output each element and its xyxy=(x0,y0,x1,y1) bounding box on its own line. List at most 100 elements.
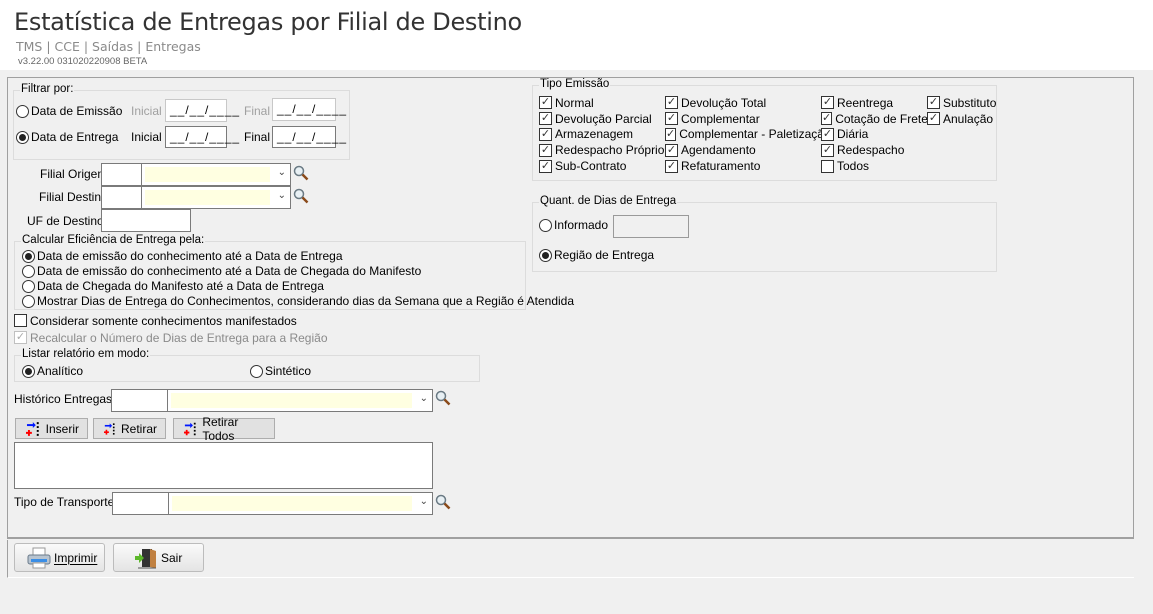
checkbox-box xyxy=(14,314,27,328)
recalcular-checkbox: ✓ Recalcular o Número de Dias de Entrega … xyxy=(14,330,328,346)
check-icon: ✓ xyxy=(821,96,834,110)
tipo-emissao-legend: Tipo Emissão xyxy=(539,78,611,90)
radio-label: Data de Emissão xyxy=(31,104,123,118)
select-value xyxy=(171,393,412,408)
check-icon: ✓ xyxy=(539,127,552,141)
checkbox-label: Devolução Total xyxy=(681,95,767,110)
radio-data-emissao[interactable]: Data de Emissão xyxy=(16,104,122,118)
tipo-emissao-checkbox[interactable]: ✓ Reentrega xyxy=(821,95,927,111)
radio-sintetico[interactable]: Sintético xyxy=(250,364,311,378)
checkbox-label: Normal xyxy=(555,95,594,110)
check-icon: ✓ xyxy=(539,143,552,157)
filial-destino-select[interactable]: ⌄ xyxy=(141,186,291,209)
check-icon: ✓ xyxy=(539,96,552,110)
retirar-button[interactable]: Retirar xyxy=(93,418,166,439)
check-icon: ✓ xyxy=(927,112,940,126)
historico-list[interactable] xyxy=(14,442,433,489)
tipo-emissao-checkbox[interactable]: ✓ Complementar - Paletização xyxy=(665,127,831,143)
search-icon[interactable] xyxy=(435,494,451,510)
tipo-emissao-checkbox[interactable]: ✓ Devolução Total xyxy=(665,95,821,111)
button-label: Sair xyxy=(161,550,183,565)
eficiencia-legend: Calcular Eficiência de Entrega pela: xyxy=(21,234,206,246)
insert-icon xyxy=(26,421,39,436)
search-icon[interactable] xyxy=(293,188,309,204)
select-value xyxy=(145,190,270,205)
quant-dias-legend: Quant. de Dias de Entrega xyxy=(539,195,678,207)
tipo-emissao-checkbox[interactable]: ✓ Redespacho Próprio xyxy=(539,142,665,158)
check-icon: ✓ xyxy=(665,112,678,126)
emissao-final-input[interactable]: __/__/____ xyxy=(272,98,346,121)
version-label: v3.22.00 031020220908 BETA xyxy=(18,56,148,67)
considerar-checkbox[interactable]: Considerar somente conhecimentos manifes… xyxy=(14,313,297,329)
radio-eficiencia-0[interactable]: Data de emissão do conhecimento até a Da… xyxy=(22,249,343,263)
retirar-todos-button[interactable]: Retirar Todos xyxy=(173,415,275,443)
tipo-emissao-checkbox[interactable]: ✓ Devolução Parcial xyxy=(539,111,665,127)
checkbox-label: Redespacho xyxy=(837,143,905,158)
tipo-emissao-checkbox[interactable]: ✓ Anulação xyxy=(927,111,997,127)
informado-input[interactable] xyxy=(613,215,689,238)
filial-origem-code[interactable] xyxy=(101,163,142,186)
button-label: Inserir xyxy=(45,421,79,436)
entrega-inicial-label: Inicial xyxy=(131,130,162,144)
historico-code[interactable] xyxy=(111,389,169,412)
radio-regiao-entrega[interactable]: Região de Entrega xyxy=(539,248,654,262)
sair-button[interactable]: Sair xyxy=(113,543,204,572)
radio-analitico[interactable]: Analítico xyxy=(22,364,83,378)
radio-data-entrega[interactable]: Data de Entrega xyxy=(16,130,118,144)
button-label: Retirar Todos xyxy=(202,414,239,443)
radio-icon xyxy=(22,364,35,378)
radio-label: Região de Entrega xyxy=(554,248,655,262)
historico-label: Histórico Entregas xyxy=(14,392,113,406)
chevron-down-icon: ⌄ xyxy=(277,167,286,178)
emissao-inicial-input[interactable]: __/__/____ xyxy=(165,99,239,122)
radio-informado[interactable]: Informado xyxy=(539,218,608,232)
uf-destino-input[interactable] xyxy=(101,209,191,232)
tipo-emissao-checkbox[interactable]: ✓ Complementar xyxy=(665,111,821,127)
chevron-down-icon: ⌄ xyxy=(419,496,428,507)
search-icon[interactable] xyxy=(293,165,309,181)
check-icon: ✓ xyxy=(665,96,678,110)
check-icon: ✓ xyxy=(539,159,552,173)
check-icon: ✓ xyxy=(927,96,940,110)
inserir-button[interactable]: Inserir xyxy=(15,418,88,439)
checkbox-label: Devolução Parcial xyxy=(555,111,652,126)
checkbox-label: Recalcular o Número de Dias de Entrega p… xyxy=(30,330,328,345)
tipo-emissao-checkbox[interactable]: ✓ Sub-Contrato xyxy=(539,158,665,174)
tipo-emissao-checkbox[interactable]: Todos xyxy=(821,158,927,174)
entrega-inicial-input[interactable]: __/__/____ xyxy=(165,126,239,148)
checkbox-label: Anulação xyxy=(943,111,994,126)
tipo-emissao-checkbox[interactable]: ✓ Cotação de Frete xyxy=(821,111,928,127)
filial-origem-select[interactable]: ⌄ xyxy=(141,163,291,186)
button-label: Imprimir xyxy=(54,550,98,565)
chevron-down-icon: ⌄ xyxy=(277,190,286,201)
tipo-emissao-checkbox[interactable]: ✓ Armazenagem xyxy=(539,127,665,143)
remove-icon xyxy=(104,422,115,435)
checkbox-box xyxy=(821,159,834,173)
filial-destino-code[interactable] xyxy=(101,186,142,209)
tipo-transporte-select[interactable]: ⌄ xyxy=(168,492,433,515)
checkbox-label: Complementar xyxy=(681,111,760,126)
radio-eficiencia-3[interactable]: Mostrar Dias de Entrega do Conhecimentos… xyxy=(22,294,574,308)
select-value xyxy=(172,496,412,511)
search-icon[interactable] xyxy=(435,390,451,406)
radio-label: Mostrar Dias de Entrega do Conhecimentos… xyxy=(37,294,575,308)
entrega-final-input[interactable]: __/__/____ xyxy=(272,126,346,148)
check-icon: ✓ xyxy=(14,331,27,345)
radio-label: Sintético xyxy=(265,364,312,378)
check-icon: ✓ xyxy=(539,112,552,126)
tipo-emissao-checkbox[interactable]: ✓ Agendamento xyxy=(665,142,821,158)
tipo-emissao-checkbox[interactable]: ✓ Redespacho xyxy=(821,142,927,158)
radio-eficiencia-2[interactable]: Data de Chegada do Manifesto até a Data … xyxy=(22,279,324,293)
tipo-transporte-code[interactable] xyxy=(112,492,170,515)
tipo-emissao-checkbox[interactable]: ✓ Normal xyxy=(539,95,665,111)
tipo-emissao-checkbox[interactable]: ✓ Refaturamento xyxy=(665,158,821,174)
exit-door-icon xyxy=(135,548,156,568)
imprimir-button[interactable]: Imprimir xyxy=(14,543,105,572)
radio-icon xyxy=(16,104,29,118)
tipo-emissao-checkbox[interactable]: ✓ Substituto xyxy=(927,95,997,111)
radio-label: Informado xyxy=(554,218,609,232)
historico-select[interactable]: ⌄ xyxy=(167,389,433,412)
tipo-emissao-checkbox[interactable]: ✓ Diária xyxy=(821,127,927,143)
radio-eficiencia-1[interactable]: Data de emissão do conhecimento até a Da… xyxy=(22,264,421,278)
radio-icon xyxy=(16,130,29,144)
